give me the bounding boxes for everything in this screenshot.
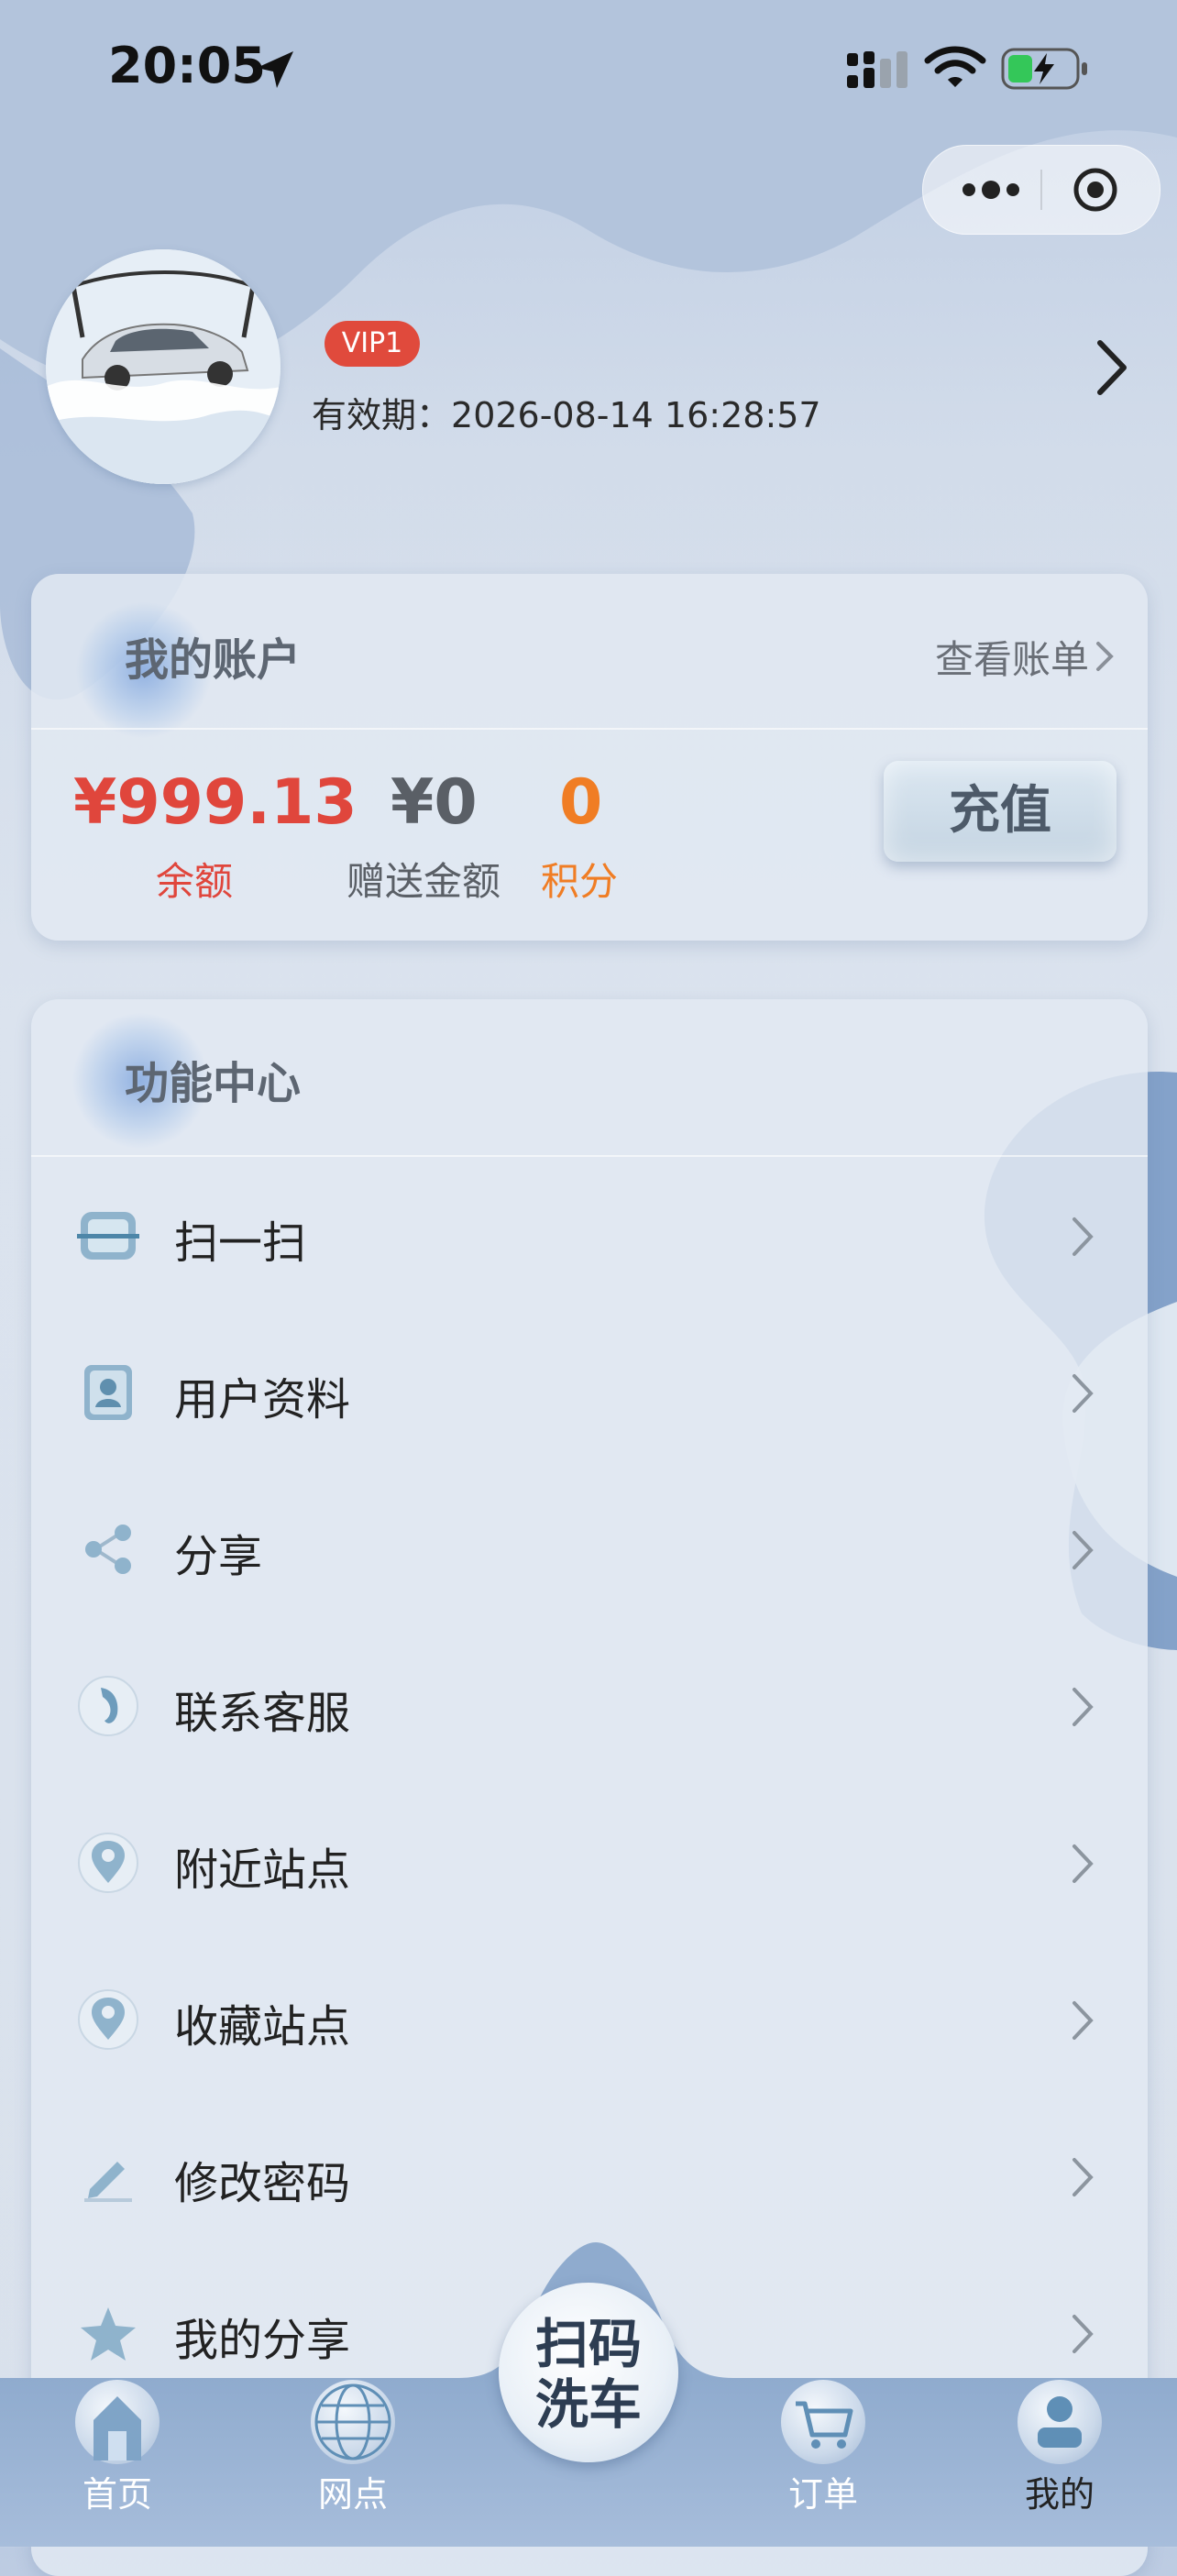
car-wash-avatar-image [46, 249, 280, 484]
star-icon [81, 2307, 136, 2361]
share-icon [85, 1525, 131, 1574]
menu-item-label: 我的分享 [174, 2315, 351, 2366]
miniprogram-capsule [922, 145, 1160, 235]
close-target-icon[interactable] [1072, 166, 1119, 214]
capsule-divider [1040, 170, 1042, 210]
gift-amount-value: ¥0 [390, 766, 478, 839]
scan-wash-line2: 洗车 [534, 2373, 642, 2436]
chevron-right-icon [1072, 2158, 1094, 2196]
tab-mine[interactable]: 我的 [986, 2378, 1133, 2547]
status-bar: 20:05 [0, 0, 1177, 138]
vip-expiry: 有效期：2026-08-14 16:28:57 [312, 387, 821, 437]
tab-label: 我的 [1024, 2474, 1094, 2515]
gift-amount-label: 赠送金额 [346, 859, 501, 904]
card-divider [31, 728, 1148, 730]
expiry-label: 有效期： [312, 395, 452, 435]
menu-item-label: 扫一扫 [174, 1217, 307, 1269]
profile-chevron-right-icon[interactable] [1091, 336, 1135, 400]
menu-item-label: 修改密码 [174, 2158, 351, 2209]
chevron-right-icon [1072, 1688, 1094, 1726]
chevron-right-icon [1072, 1844, 1094, 1883]
menu-item-label: 分享 [174, 1531, 263, 1582]
avatar[interactable] [46, 249, 280, 484]
chevron-right-icon [1096, 642, 1114, 671]
battery-charging-icon [1001, 48, 1087, 90]
cellular-signal-icon [847, 51, 908, 88]
location-pin-icon [78, 1833, 138, 1893]
customer-service-icon [78, 1676, 138, 1736]
menu-item-nearby-stations[interactable]: 附近站点 [31, 1784, 1148, 1940]
wifi-icon [924, 46, 986, 87]
balance-label: 余额 [156, 859, 234, 904]
more-icon[interactable] [954, 168, 1028, 212]
balance-value: ¥999.13 [73, 766, 358, 839]
tab-outlets[interactable]: 网点 [280, 2378, 426, 2547]
chevron-right-icon [1072, 2315, 1094, 2353]
tab-label: 网点 [317, 2474, 388, 2515]
function-center-title: 功能中心 [125, 1058, 302, 1109]
expiry-value: 2026-08-14 16:28:57 [451, 395, 821, 435]
menu-item-user-profile[interactable]: 用户资料 [31, 1314, 1148, 1470]
chevron-right-icon [1072, 2001, 1094, 2040]
tab-home[interactable]: 首页 [44, 2378, 191, 2547]
tab-label: 首页 [82, 2474, 152, 2515]
user-profile-icon [84, 1365, 132, 1420]
menu-item-change-password[interactable]: 修改密码 [31, 2097, 1148, 2253]
favorite-pin-icon [78, 1989, 138, 2050]
location-arrow-icon [257, 51, 293, 88]
menu-item-scan[interactable]: 扫一扫 [31, 1157, 1148, 1313]
chevron-right-icon [1072, 1531, 1094, 1569]
scan-icon [77, 1212, 139, 1260]
menu-item-favorite-stations[interactable]: 收藏站点 [31, 1941, 1148, 2097]
account-title: 我的账户 [125, 634, 302, 686]
recharge-button[interactable]: 充值 [884, 761, 1116, 862]
status-time: 20:05 [108, 37, 266, 94]
tab-orders[interactable]: 订单 [750, 2378, 896, 2547]
view-bill-link[interactable]: 查看账单 [935, 629, 1089, 685]
account-card: 我的账户 查看账单 ¥999.13 余额 ¥0 赠送金额 0 积分 充值 [31, 574, 1148, 941]
points-label: 积分 [541, 859, 619, 904]
points-value: 0 [559, 766, 603, 839]
globe-icon [311, 2380, 395, 2464]
menu-item-share[interactable]: 分享 [31, 1470, 1148, 1626]
vip-badge: VIP1 [324, 321, 420, 367]
scan-wash-button[interactable]: 扫码 洗车 [499, 2283, 678, 2462]
home-icon [75, 2380, 160, 2464]
menu-item-label: 收藏站点 [174, 2001, 351, 2053]
menu-item-label: 联系客服 [174, 1688, 351, 1739]
menu-item-customer-service[interactable]: 联系客服 [31, 1627, 1148, 1783]
cart-icon [781, 2380, 865, 2464]
menu-item-label: 用户资料 [174, 1374, 351, 1426]
chevron-right-icon [1072, 1374, 1094, 1413]
user-icon [1018, 2380, 1102, 2464]
menu-item-label: 附近站点 [174, 1844, 351, 1896]
tab-label: 订单 [787, 2474, 858, 2515]
pencil-icon [84, 2162, 132, 2202]
chevron-right-icon [1072, 1217, 1094, 1256]
scan-wash-line1: 扫码 [534, 2313, 642, 2375]
